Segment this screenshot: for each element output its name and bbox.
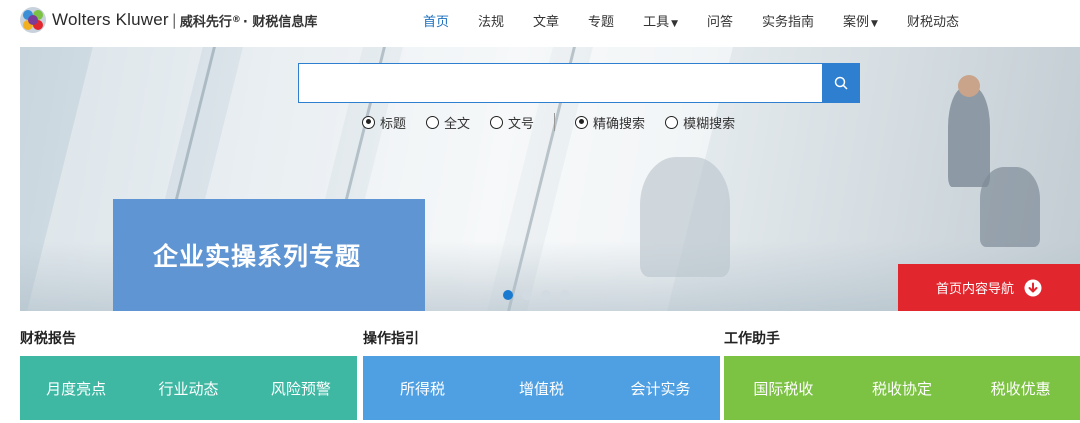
carousel-dot[interactable] [560, 290, 570, 300]
nav-item-label: 首页 [423, 14, 450, 30]
homepage-nav-label: 首页内容导航 [935, 282, 1014, 297]
audience-figure [980, 167, 1040, 247]
search-button[interactable] [822, 63, 860, 103]
homepage-nav-button[interactable]: 首页内容导航 [898, 264, 1080, 311]
radio-label: 全文 [444, 116, 471, 132]
options-divider [554, 113, 556, 131]
radio-label: 精确搜索 [593, 116, 646, 132]
section-title-tax-reports: 财税报告 [20, 331, 76, 347]
carousel-dot[interactable] [503, 290, 513, 300]
caret-down-icon: ▼ [871, 18, 878, 29]
brand-registered-mark: ® [231, 15, 241, 25]
nav-item-practice-guide[interactable]: 实务指南 [762, 11, 814, 30]
tile-tax-incentives[interactable]: 税收优惠 [961, 378, 1080, 399]
nav-item-label: 文章 [533, 14, 560, 30]
tiles-work-assistant: 国际税收 税收协定 税收优惠 [724, 356, 1080, 420]
tiles-tax-reports: 月度亮点 行业动态 风险预警 [20, 356, 357, 420]
radio-unchecked-icon [490, 115, 504, 129]
brand-name: Wolters Kluwer [52, 10, 169, 29]
nav-item-home[interactable]: 首页 [423, 11, 449, 30]
radio-scope-title[interactable]: 标题 [362, 113, 406, 132]
nav-item-label: 专题 [588, 14, 615, 30]
nav-item-label: 法规 [478, 14, 505, 30]
tile-industry-news[interactable]: 行业动态 [132, 378, 244, 399]
radio-scope-docnumber[interactable]: 文号 [490, 113, 534, 132]
nav-item-regulations[interactable]: 法规 [478, 11, 504, 30]
carousel-dot[interactable] [522, 290, 532, 300]
tile-tax-treaty[interactable]: 税收协定 [843, 378, 962, 399]
radio-mode-exact[interactable]: 精确搜索 [575, 113, 645, 132]
tile-risk-warning[interactable]: 风险预警 [245, 378, 357, 399]
nav-item-topics[interactable]: 专题 [588, 11, 614, 30]
nav-item-label: 实务指南 [762, 14, 815, 30]
nav-item-cases[interactable]: 案例 ▼ [843, 11, 878, 30]
radio-mode-fuzzy[interactable]: 模糊搜索 [665, 113, 735, 132]
nav-item-label: 工具 [643, 14, 670, 30]
presenter-head [958, 75, 980, 97]
tiles-operation-guide: 所得税 增值税 会计实务 [363, 356, 720, 420]
nav-item-label: 案例 [843, 14, 870, 30]
radio-checked-icon [575, 115, 589, 129]
radio-unchecked-icon [426, 115, 440, 129]
nav-item-qa[interactable]: 问答 [707, 11, 733, 30]
presenter-figure [948, 87, 990, 187]
tile-monthly-highlights[interactable]: 月度亮点 [20, 378, 132, 399]
radio-label: 文号 [508, 116, 535, 132]
main-nav: 首页 法规 文章 专题 工具 ▼ 问答 实务指南 案例 ▼ 财税动态 [423, 0, 959, 40]
search-icon [834, 76, 848, 90]
nav-item-tax-news[interactable]: 财税动态 [907, 11, 959, 30]
carousel-dots [503, 290, 579, 300]
section-title-operation-guide: 操作指引 [363, 331, 419, 347]
section-title-work-assistant: 工作助手 [724, 331, 780, 347]
radio-label: 标题 [380, 116, 407, 132]
radio-unchecked-icon [665, 115, 679, 129]
search-options: 标题 全文 文号 精确搜索 模糊搜索 [362, 112, 755, 132]
nav-item-label: 问答 [707, 14, 734, 30]
tile-accounting-practice[interactable]: 会计实务 [601, 378, 720, 399]
meeting-figure [640, 157, 730, 277]
promo-card[interactable]: 企业实操系列专题 [113, 199, 425, 311]
search-bar [298, 63, 860, 103]
carousel-dot[interactable] [541, 290, 551, 300]
nav-item-articles[interactable]: 文章 [533, 11, 559, 30]
wolters-kluwer-logo-icon [20, 7, 46, 33]
nav-item-tools[interactable]: 工具 ▼ [643, 11, 678, 30]
brand-cn-name: 威科先行 [179, 14, 232, 30]
promo-title: 企业实操系列专题 [153, 242, 362, 271]
brand-product: · 财税信息库 [242, 14, 318, 30]
radio-scope-fulltext[interactable]: 全文 [426, 113, 470, 132]
caret-down-icon: ▼ [671, 18, 678, 29]
top-bar: Wolters Kluwer | 威科先行 ® · 财税信息库 首页 法规 文章… [0, 0, 1080, 40]
logo[interactable]: Wolters Kluwer | 威科先行 ® · 财税信息库 [20, 6, 317, 34]
brand-separator: | [171, 11, 177, 29]
tile-international-tax[interactable]: 国际税收 [724, 378, 843, 399]
tile-vat[interactable]: 增值税 [482, 378, 601, 399]
search-input[interactable] [298, 63, 822, 103]
tile-income-tax[interactable]: 所得税 [363, 378, 482, 399]
nav-item-label: 财税动态 [906, 14, 959, 30]
arrow-down-circle-icon [1024, 279, 1042, 296]
radio-label: 模糊搜索 [683, 116, 736, 132]
radio-checked-icon [362, 115, 375, 129]
